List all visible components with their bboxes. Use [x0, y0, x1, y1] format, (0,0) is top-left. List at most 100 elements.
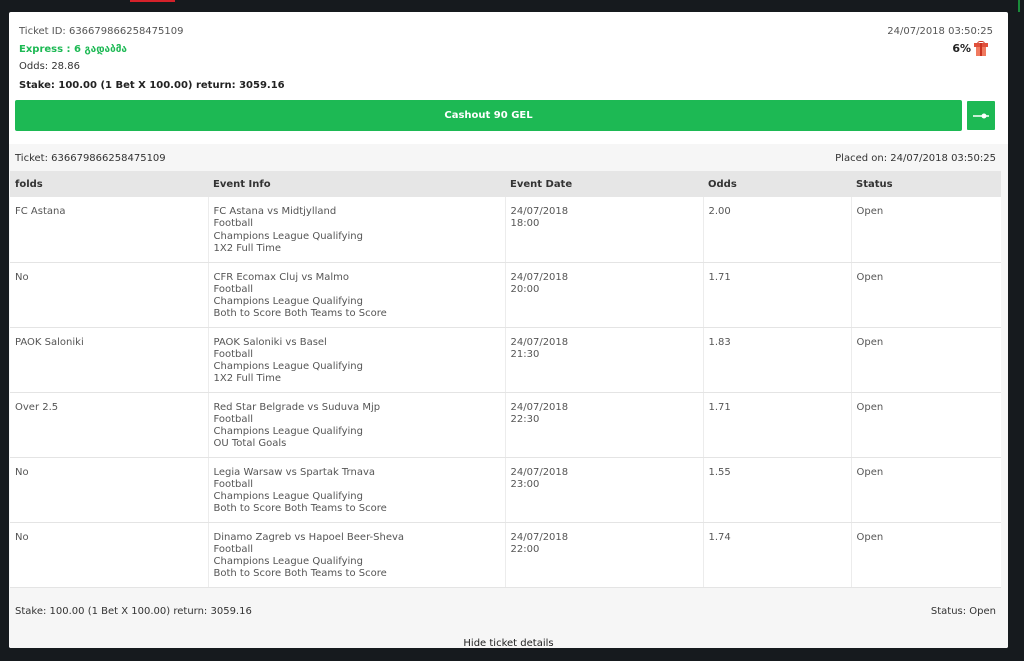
- event-name: PAOK Saloniki vs Basel: [213, 336, 327, 348]
- ticket-details-panel: Ticket: 636679866258475109 Placed on: 24…: [9, 144, 1008, 648]
- event-date: 24/07/2018: [510, 466, 569, 478]
- event-date-cell: 24/07/2018 22:30: [505, 392, 704, 458]
- table-row: Over 2.5 Red Star Belgrade vs Suduva Mjp F…: [10, 392, 1001, 458]
- cashout-button[interactable]: Cashout 90 GEL: [15, 100, 962, 131]
- ticket-id: Ticket ID: 636679866258475109: [19, 26, 184, 37]
- event-time: 22:30: [510, 413, 540, 425]
- footer-status: Status: Open: [930, 606, 996, 617]
- table-row: No Dinamo Zagreb vs Hapoel Beer-Sheva Foot…: [10, 522, 1001, 588]
- column-header-status: Status: [851, 171, 1001, 197]
- fold-cell: FC Astana: [10, 197, 209, 263]
- fold-cell: No: [10, 457, 209, 523]
- event-date: 24/07/2018: [510, 401, 569, 413]
- ticket-date: 24/07/2018 03:50:25: [887, 26, 993, 37]
- event-name: Dinamo Zagreb vs Hapoel Beer-Sheva: [213, 531, 405, 543]
- event-sport: Football: [213, 348, 254, 360]
- event-name: CFR Ecomax Cluj vs Malmo: [213, 271, 350, 283]
- event-league: Champions League Qualifying: [213, 296, 363, 308]
- event-league: Champions League Qualifying: [213, 361, 363, 373]
- event-date: 24/07/2018: [510, 336, 569, 348]
- event-market: OU Total Goals: [213, 438, 287, 450]
- event-time: 18:00: [510, 218, 540, 230]
- event-market: Both to Score Both Teams to Score: [213, 568, 387, 580]
- fold-cell: PAOK Saloniki: [10, 327, 209, 393]
- event-info-cell: Red Star Belgrade vs Suduva Mjp Football C…: [208, 392, 506, 458]
- table-row: No Legia Warsaw vs Spartak Trnava Football…: [10, 457, 1001, 523]
- bonus-badge: 6%: [952, 41, 988, 56]
- express-label: Express : 6 გადაბმა: [19, 44, 127, 55]
- table-header-row: folds Event Info Event Date Odds Status: [10, 171, 1001, 197]
- odds-cell: 1.71: [703, 392, 852, 458]
- event-time: 23:00: [510, 478, 540, 490]
- column-header-odds: Odds: [703, 171, 851, 197]
- stake-summary: Stake: 100.00 (1 Bet X 100.00) return: 3…: [19, 80, 285, 91]
- event-info-cell: CFR Ecomax Cluj vs Malmo Football Champion…: [208, 262, 506, 328]
- event-info-cell: PAOK Saloniki vs Basel Football Champions …: [208, 327, 506, 393]
- event-name: FC Astana vs Midtjylland: [213, 206, 337, 217]
- event-sport: Football: [213, 478, 254, 490]
- event-date: 24/07/2018: [510, 206, 569, 217]
- slider-icon: [973, 113, 989, 118]
- event-sport: Football: [213, 218, 254, 230]
- column-header-folds: folds: [10, 171, 208, 197]
- status-cell: Open: [851, 197, 1001, 263]
- events-table: folds Event Info Event Date Odds Status …: [10, 171, 1001, 588]
- hide-ticket-details-link[interactable]: Hide ticket details: [9, 638, 1008, 648]
- odds-cell: 1.71: [703, 262, 852, 328]
- event-time: 22:00: [510, 543, 540, 555]
- event-league: Champions League Qualifying: [213, 230, 363, 242]
- details-ticket-id: Ticket: 636679866258475109: [15, 153, 166, 164]
- event-league: Champions League Qualifying: [213, 556, 363, 568]
- fold-cell: No: [10, 262, 209, 328]
- event-info-cell: FC Astana vs Midtjylland Football Champion…: [208, 197, 506, 263]
- event-time: 21:30: [510, 348, 540, 360]
- bonus-percent: 6%: [952, 42, 971, 55]
- event-sport: Football: [213, 283, 254, 295]
- status-cell: Open: [851, 457, 1001, 523]
- fold-cell: Over 2.5: [10, 392, 209, 458]
- event-info-cell: Legia Warsaw vs Spartak Trnava Football Ch…: [208, 457, 506, 523]
- event-info-cell: Dinamo Zagreb vs Hapoel Beer-Sheva Footba…: [208, 522, 506, 588]
- status-cell: Open: [851, 262, 1001, 328]
- event-sport: Football: [213, 413, 254, 425]
- table-row: FC Astana FC Astana vs Midtjylland Footbal…: [10, 197, 1001, 263]
- fold-cell: No: [10, 522, 209, 588]
- odds-cell: 2.00: [703, 197, 852, 263]
- placed-on: Placed on: 24/07/2018 03:50:25: [835, 153, 996, 164]
- event-date-cell: 24/07/2018 21:30: [505, 327, 704, 393]
- event-sport: Football: [213, 543, 254, 555]
- status-cell: Open: [851, 522, 1001, 588]
- odds-cell: 1.83: [703, 327, 852, 393]
- status-cell: Open: [851, 392, 1001, 458]
- event-market: 1X2 Full Time: [213, 373, 282, 385]
- edge-marker: [1018, 0, 1020, 12]
- column-header-event-info: Event Info: [208, 171, 505, 197]
- status-cell: Open: [851, 327, 1001, 393]
- event-date: 24/07/2018: [510, 271, 569, 283]
- footer-stake: Stake: 100.00 (1 Bet X 100.00) return: 3…: [15, 606, 252, 617]
- event-market: Both to Score Both Teams to Score: [213, 503, 387, 515]
- event-name: Red Star Belgrade vs Suduva Mjp: [213, 401, 381, 413]
- odds-cell: 1.55: [703, 457, 852, 523]
- event-market: 1X2 Full Time: [213, 242, 282, 254]
- event-date-cell: 24/07/2018 22:00: [505, 522, 704, 588]
- odds-cell: 1.74: [703, 522, 852, 588]
- event-market: Both to Score Both Teams to Score: [213, 308, 387, 320]
- event-date: 24/07/2018: [510, 531, 569, 543]
- top-bar: [0, 0, 1024, 12]
- cashout-slider-button[interactable]: [966, 100, 996, 131]
- ticket-header-left: Ticket ID: 636679866258475109 Express : …: [19, 26, 183, 72]
- column-header-event-date: Event Date: [505, 171, 703, 197]
- event-league: Champions League Qualifying: [213, 426, 363, 438]
- total-odds: Odds: 28.86: [19, 61, 80, 72]
- active-tab-indicator: [130, 0, 175, 2]
- table-row: PAOK Saloniki PAOK Saloniki vs Basel Footb…: [10, 327, 1001, 393]
- gift-icon: [974, 41, 988, 56]
- event-time: 20:00: [510, 283, 540, 295]
- event-date-cell: 24/07/2018 18:00: [505, 197, 704, 263]
- event-date-cell: 24/07/2018 20:00: [505, 262, 704, 328]
- table-row: No CFR Ecomax Cluj vs Malmo Football Champi…: [10, 262, 1001, 328]
- event-league: Champions League Qualifying: [213, 491, 363, 503]
- event-date-cell: 24/07/2018 23:00: [505, 457, 704, 523]
- event-name: Legia Warsaw vs Spartak Trnava: [213, 466, 376, 478]
